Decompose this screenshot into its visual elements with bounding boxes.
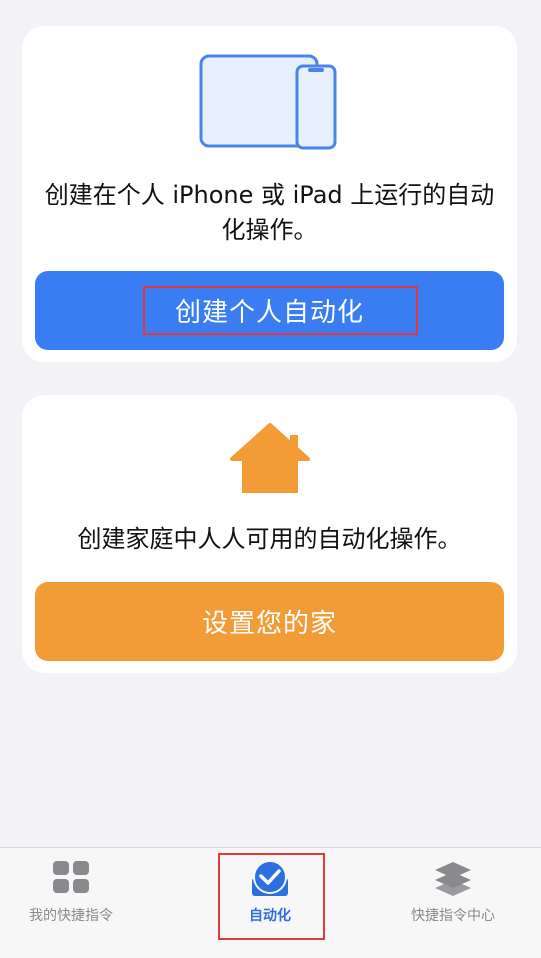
- tab-bar: 我的快捷指令 自动化 快捷指令中心: [0, 847, 541, 958]
- layers-icon: [435, 862, 471, 896]
- tab-gallery[interactable]: 快捷指令中心: [363, 848, 541, 958]
- tab-label: 快捷指令中心: [411, 908, 495, 924]
- setup-home-label: 设置您的家: [201, 609, 337, 639]
- home-automation-card: 创建家庭中人人可用的自动化操作。 设置您的家: [22, 395, 517, 673]
- personal-automation-card: 创建在个人 iPhone 或 iPad 上运行的自动化操作。 创建个人自动化: [22, 26, 517, 362]
- tab-label: 我的快捷指令: [29, 908, 113, 924]
- iphone-ipad-icon: [199, 54, 337, 150]
- setup-home-button[interactable]: 设置您的家: [35, 582, 504, 661]
- home-automation-description: 创建家庭中人人可用的自动化操作。: [77, 525, 462, 553]
- tab-automation[interactable]: 自动化: [180, 848, 360, 958]
- personal-automation-description: 创建在个人 iPhone 或 iPad 上运行的自动化操作。: [44, 181, 495, 244]
- tab-my-shortcuts[interactable]: 我的快捷指令: [0, 848, 161, 958]
- house-icon: [230, 423, 310, 493]
- tab-label: 自动化: [249, 908, 291, 924]
- grid-icon: [53, 861, 89, 893]
- checkmark-circle-icon: [252, 860, 288, 896]
- create-personal-automation-label: 创建个人自动化: [174, 298, 364, 328]
- create-personal-automation-button[interactable]: 创建个人自动化: [35, 271, 504, 350]
